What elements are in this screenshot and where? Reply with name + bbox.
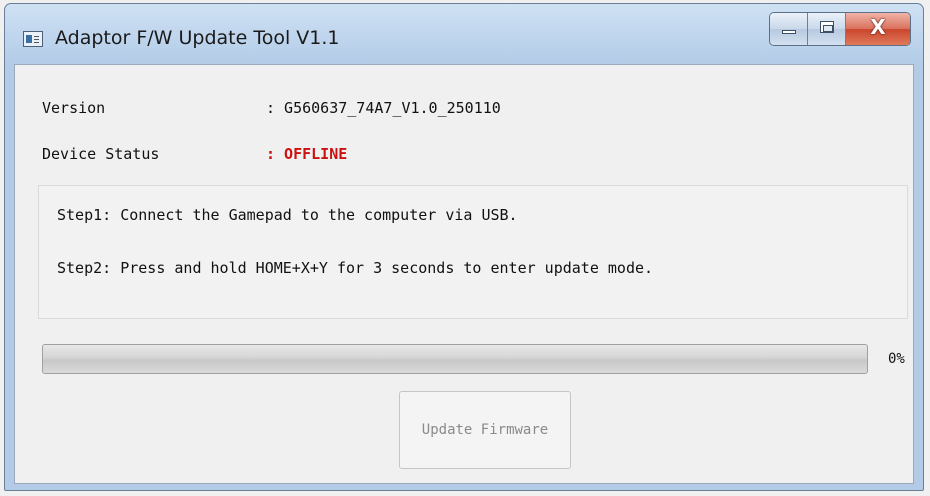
close-icon: X <box>870 15 886 39</box>
device-status-label: Device Status <box>42 145 160 163</box>
title-bar[interactable]: Adaptor F/W Update Tool V1.1 X <box>5 4 923 64</box>
device-status-value: : OFFLINE <box>266 145 348 163</box>
update-firmware-button[interactable]: Update Firmware <box>399 391 571 469</box>
version-label: Version <box>42 99 106 117</box>
minimize-button[interactable] <box>770 13 808 45</box>
progress-percent: 0% <box>888 351 905 367</box>
maximize-icon <box>820 21 834 33</box>
close-button[interactable]: X <box>846 13 910 45</box>
app-window: Adaptor F/W Update Tool V1.1 X Version :… <box>4 3 924 491</box>
step-2-text: Step2: Press and hold HOME+X+Y for 3 sec… <box>57 259 654 277</box>
version-value: : G560637_74A7_V1.0_250110 <box>266 99 501 117</box>
progress-bar <box>42 344 868 374</box>
maximize-button[interactable] <box>808 13 846 45</box>
client-area: Version : G560637_74A7_V1.0_250110 Devic… <box>14 64 914 484</box>
instructions-panel: Step1: Connect the Gamepad to the comput… <box>38 185 908 319</box>
window-title: Adaptor F/W Update Tool V1.1 <box>55 27 340 49</box>
window-controls: X <box>769 12 911 46</box>
minimize-icon <box>782 30 796 34</box>
step-1-text: Step1: Connect the Gamepad to the comput… <box>57 206 518 224</box>
app-window-icon[interactable] <box>23 31 43 47</box>
